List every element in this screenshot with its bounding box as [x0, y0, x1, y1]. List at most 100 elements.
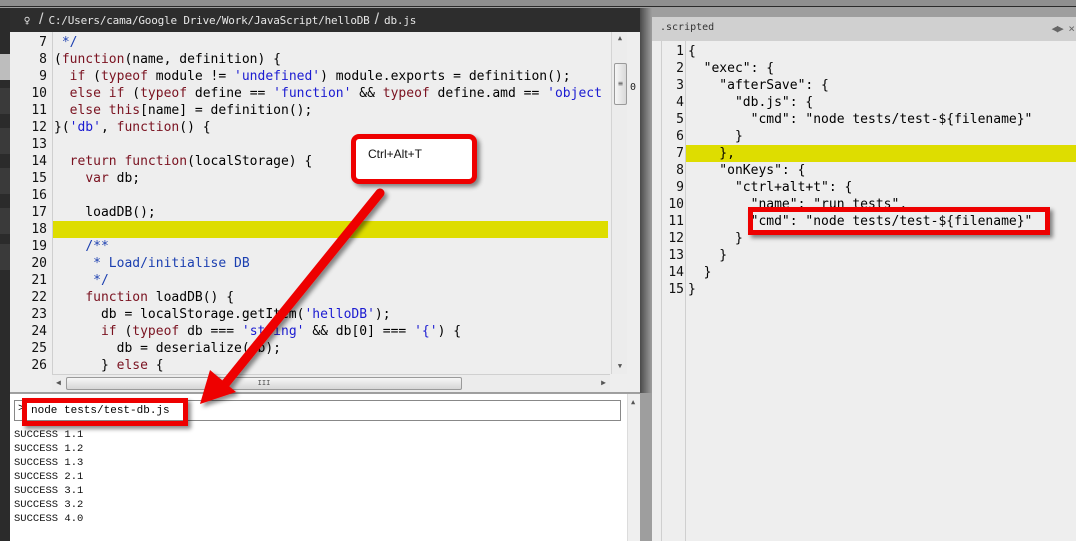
code-line[interactable]: 13 [10, 136, 608, 153]
scrollbar-thumb[interactable]: ≡ [614, 63, 627, 105]
code-line[interactable]: 21 */ [10, 272, 608, 289]
line-number: 10 [31, 86, 47, 101]
scroll-up-arrow-icon[interactable]: ▲ [631, 398, 635, 406]
json-text: }, [688, 146, 735, 161]
scroll-down-arrow-icon[interactable]: ▼ [615, 362, 625, 372]
line-number: 20 [31, 256, 47, 271]
json-text: "ctrl+alt+t": { [688, 180, 853, 195]
code-line[interactable]: 26 } else { [10, 357, 608, 374]
json-line[interactable]: 7 }, [652, 145, 1076, 162]
code-line[interactable]: 15 var db; [10, 170, 608, 187]
line-number: 2 [676, 61, 684, 76]
code-text: else this[name] = definition(); [69, 103, 313, 118]
scroll-up-arrow-icon[interactable]: ▲ [615, 34, 625, 44]
json-config-editor[interactable]: 1{2 "exec": {3 "afterSave": {4 "db.js": … [652, 43, 1076, 298]
code-line[interactable]: 24 if (typeof db === 'string' && db[0] =… [10, 323, 608, 340]
line-number: 5 [676, 112, 684, 127]
json-text: } [688, 248, 728, 263]
json-line[interactable]: 1{ [652, 43, 1076, 60]
line-number: 12 [31, 120, 47, 135]
code-line[interactable]: 18 [10, 221, 608, 238]
code-text: */ [61, 35, 78, 50]
console-output-line: SUCCESS 3.1 [14, 485, 84, 497]
line-number: 13 [31, 137, 47, 152]
json-text: } [688, 129, 743, 144]
breadcrumb-file[interactable]: db.js [384, 14, 416, 27]
json-line[interactable]: 9 "ctrl+alt+t": { [652, 179, 1076, 196]
json-line[interactable]: 2 "exec": { [652, 60, 1076, 77]
console-output-line: SUCCESS 1.3 [14, 457, 84, 469]
code-line[interactable]: 10 else if (typeof define == 'function' … [10, 85, 608, 102]
line-number: 12 [668, 231, 684, 246]
panel-controls-icon[interactable]: ◀▶ × [1052, 22, 1075, 35]
code-text: db = localStorage.getItem('helloDB'); [54, 307, 391, 322]
json-line[interactable]: 5 "cmd": "node tests/test-${filename}" [652, 111, 1076, 128]
console-output-line: SUCCESS 1.1 [14, 429, 84, 441]
current-line-highlight [686, 145, 1076, 162]
vertical-scrollbar[interactable]: ▲ ≡ ▼ [611, 32, 627, 374]
code-line[interactable]: 17 loadDB(); [10, 204, 608, 221]
console-command-highlight [22, 398, 188, 426]
line-number: 9 [39, 69, 47, 84]
pin-icon[interactable]: ♀ [20, 14, 34, 27]
code-line[interactable]: 19 /** [10, 238, 608, 255]
line-number: 7 [39, 35, 47, 50]
code-text: }('db', function() { [54, 120, 211, 135]
console-scrollbar[interactable]: ▲ [627, 394, 640, 541]
json-line[interactable]: 3 "afterSave": { [652, 77, 1076, 94]
horizontal-scrollbar[interactable]: ◀ III ▶ [52, 374, 610, 392]
json-line[interactable]: 13 } [652, 247, 1076, 264]
callout-text: Ctrl+Alt+T [368, 147, 423, 161]
line-number: 11 [668, 214, 684, 229]
line-number: 9 [676, 180, 684, 195]
line-number: 11 [31, 103, 47, 118]
line-number: 16 [31, 188, 47, 203]
json-line[interactable]: 15} [652, 281, 1076, 298]
panel-title: .scripted [660, 22, 715, 33]
code-line[interactable]: 20 * Load/initialise DB [10, 255, 608, 272]
line-number: 14 [668, 265, 684, 280]
code-text: return function(localStorage) { [69, 154, 313, 169]
json-text: "cmd": "node tests/test-${filename}" [688, 112, 1033, 127]
json-text: } [688, 265, 712, 280]
line-number: 15 [668, 282, 684, 297]
line-number: 6 [676, 129, 684, 144]
json-text: } [688, 282, 696, 297]
code-line[interactable]: 7 */ [10, 34, 608, 51]
breadcrumb-folder-path[interactable]: C:/Users/cama/Google Drive/Work/JavaScri… [48, 14, 369, 27]
code-lines[interactable]: 7 */8 (function(name, definition) {9 if (… [10, 34, 608, 374]
code-text: (function(name, definition) { [54, 52, 281, 67]
scroll-left-arrow-icon[interactable]: ◀ [56, 378, 61, 387]
json-line[interactable]: 8 "onKeys": { [652, 162, 1076, 179]
line-number: 10 [668, 197, 684, 212]
code-line[interactable]: 11 else this[name] = definition(); [10, 102, 608, 119]
code-text: * Load/initialise DB [54, 256, 250, 271]
code-text: loadDB(); [54, 205, 156, 220]
scrollbar-thumb[interactable]: III [66, 377, 462, 390]
code-line[interactable]: 22 function loadDB() { [10, 289, 608, 306]
code-line[interactable]: 25 db = deserialize(db); [10, 340, 608, 357]
panel-tab-bar: .scripted ◀▶ × [652, 17, 1076, 41]
line-number: 17 [31, 205, 47, 220]
code-line[interactable]: 12 }('db', function() { [10, 119, 608, 136]
code-line[interactable]: 14 return function(localStorage) { [10, 153, 608, 170]
scroll-right-arrow-icon[interactable]: ▶ [601, 378, 606, 387]
code-line[interactable]: 9 if (typeof module != 'undefined') modu… [10, 68, 608, 85]
code-line[interactable]: 8 (function(name, definition) { [10, 51, 608, 68]
console-output-line: SUCCESS 2.1 [14, 471, 84, 483]
line-number: 4 [676, 95, 684, 110]
code-editor[interactable]: 7 */8 (function(name, definition) {9 if (… [10, 32, 640, 392]
code-line[interactable]: 23 db = localStorage.getItem('helloDB'); [10, 306, 608, 323]
json-line[interactable]: 14 } [652, 264, 1076, 281]
left-sidebar-strip [0, 8, 10, 541]
json-line[interactable]: 6 } [652, 128, 1076, 145]
line-number: 19 [31, 239, 47, 254]
json-line[interactable]: 4 "db.js": { [652, 94, 1076, 111]
cmd-config-highlight [748, 207, 1050, 235]
code-line[interactable]: 16 [10, 187, 608, 204]
line-number: 8 [39, 52, 47, 67]
line-number: 24 [31, 324, 47, 339]
console-output-line: SUCCESS 4.0 [14, 513, 84, 525]
code-text: if (typeof db === 'string' && db[0] === … [100, 324, 462, 339]
line-number: 3 [676, 78, 684, 93]
